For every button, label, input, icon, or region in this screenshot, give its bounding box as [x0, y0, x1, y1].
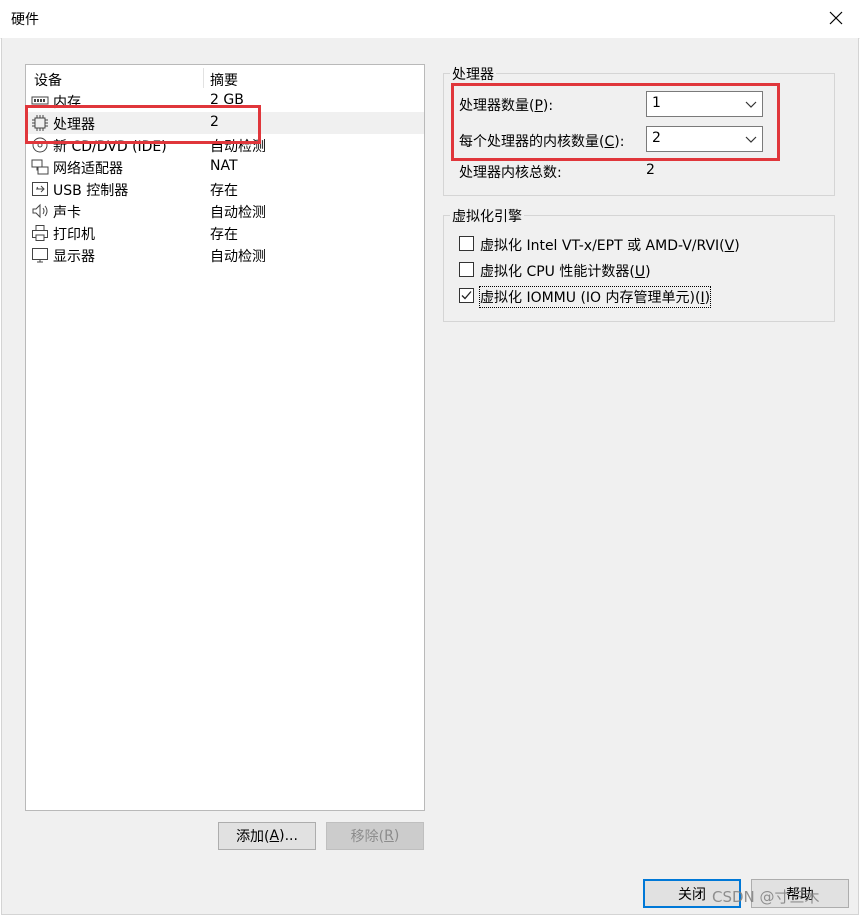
cores-per-processor-label-prefix: 每个处理器的内核数量(	[459, 134, 605, 150]
device-row-printer[interactable]: 打印机 存在	[26, 222, 424, 244]
virtualize-vtx-accelerator: V	[724, 238, 735, 254]
device-name: 显示器	[53, 249, 95, 265]
device-summary: 自动检测	[210, 139, 266, 155]
add-button-label-prefix: 添加(	[236, 829, 270, 845]
column-header-device[interactable]: 设备	[34, 70, 62, 90]
device-row-display[interactable]: 显示器 自动检测	[26, 244, 424, 266]
remove-device-button[interactable]: 移除(R)	[326, 822, 424, 850]
column-separator[interactable]	[203, 68, 204, 88]
network-adapter-icon	[31, 158, 49, 176]
processor-count-label-prefix: 处理器数量(	[459, 98, 535, 114]
virtualize-iommu-label-prefix: 虚拟化 IOMMU (IO 内存管理单元)(	[480, 290, 701, 306]
virtualize-vtx-label[interactable]: 虚拟化 Intel VT-x/EPT 或 AMD-V/RVI(V)	[480, 235, 740, 255]
processor-count-label: 处理器数量(P):	[459, 95, 553, 115]
add-device-button[interactable]: 添加(A)...	[218, 822, 316, 850]
device-row-processor[interactable]: 处理器 2	[26, 112, 424, 134]
memory-icon	[31, 92, 49, 110]
device-summary: 存在	[210, 227, 238, 243]
cores-per-processor-value: 2	[652, 130, 661, 146]
cores-per-processor-accelerator: C	[604, 134, 615, 150]
device-row-sound-card[interactable]: 声卡 自动检测	[26, 200, 424, 222]
processor-count-accelerator: P	[534, 98, 543, 114]
processor-icon	[31, 114, 49, 132]
device-summary: 2 GB	[210, 92, 244, 108]
virtualize-vtx-checkbox[interactable]	[459, 236, 474, 251]
usb-icon	[31, 180, 49, 198]
device-summary: 2	[210, 114, 219, 130]
device-list[interactable]: 设备 摘要 内存 2 GB 处理器 2 新 CD/DVD (IDE) 自动检测 …	[25, 64, 425, 811]
cd-dvd-icon	[31, 136, 49, 154]
sound-icon	[31, 202, 49, 220]
remove-button-label-prefix: 移除(	[350, 829, 385, 845]
virtualization-engine-group-title: 虚拟化引擎	[450, 206, 524, 226]
processor-count-label-suffix: ):	[542, 98, 554, 114]
title-bar: 硬件	[0, 0, 860, 39]
chevron-down-icon[interactable]	[745, 133, 757, 145]
device-name: 声卡	[53, 205, 81, 221]
device-name: 打印机	[53, 227, 95, 243]
device-summary: 存在	[210, 183, 238, 199]
column-header-summary[interactable]: 摘要	[210, 70, 238, 90]
device-summary: NAT	[210, 158, 238, 174]
device-summary: 自动检测	[210, 205, 266, 221]
processor-count-select[interactable]: 1	[646, 91, 763, 117]
virtualize-iommu-label-suffix: )	[704, 290, 711, 306]
device-row-memory[interactable]: 内存 2 GB	[26, 90, 424, 112]
device-row-network-adapter[interactable]: 网络适配器 NAT	[26, 156, 424, 178]
virtualize-cpu-counters-checkbox[interactable]	[459, 262, 474, 277]
watermark-text: CSDN @寸三木	[712, 888, 820, 906]
printer-icon	[31, 224, 49, 242]
remove-button-accelerator: R	[384, 828, 394, 844]
virtualize-vtx-label-prefix: 虚拟化 Intel VT-x/EPT 或 AMD-V/RVI(	[480, 238, 725, 254]
virtualize-iommu-checkbox[interactable]	[459, 288, 474, 303]
device-row-usb-controller[interactable]: USB 控制器 存在	[26, 178, 424, 200]
cores-per-processor-label-suffix: ):	[614, 134, 625, 150]
add-button-accelerator: A	[269, 828, 280, 844]
virtualize-cpu-counters-label-prefix: 虚拟化 CPU 性能计数器(	[480, 264, 635, 280]
device-name: 网络适配器	[53, 161, 123, 177]
virtualize-cpu-counters-label[interactable]: 虚拟化 CPU 性能计数器(U)	[480, 261, 651, 281]
cores-per-processor-select[interactable]: 2	[646, 126, 763, 152]
device-name: 处理器	[53, 117, 95, 133]
checkmark-icon	[461, 291, 472, 300]
cores-per-processor-label: 每个处理器的内核数量(C):	[459, 131, 624, 151]
processor-count-value: 1	[652, 95, 661, 111]
device-summary: 自动检测	[210, 249, 266, 265]
device-name: USB 控制器	[53, 183, 129, 199]
total-cores-value: 2	[646, 162, 655, 178]
chevron-down-icon[interactable]	[745, 98, 757, 110]
device-row-cd-dvd[interactable]: 新 CD/DVD (IDE) 自动检测	[26, 134, 424, 156]
remove-button-label-suffix: )	[393, 828, 400, 844]
total-cores-label: 处理器内核总数:	[459, 165, 562, 181]
device-name: 内存	[53, 95, 81, 111]
virtualize-cpu-counters-label-suffix: )	[645, 264, 651, 280]
device-name: 新 CD/DVD (IDE)	[53, 139, 167, 155]
virtualize-cpu-counters-accelerator: U	[634, 264, 646, 280]
list-header: 设备 摘要	[26, 65, 424, 89]
display-icon	[31, 246, 49, 264]
add-button-label-suffix: )...	[279, 828, 298, 844]
processor-group-title: 处理器	[450, 64, 496, 84]
close-icon[interactable]	[824, 6, 848, 30]
virtualize-vtx-label-suffix: )	[734, 238, 740, 254]
virtualize-iommu-label[interactable]: 虚拟化 IOMMU (IO 内存管理单元)(I)	[478, 286, 712, 308]
window-title: 硬件	[11, 12, 39, 28]
